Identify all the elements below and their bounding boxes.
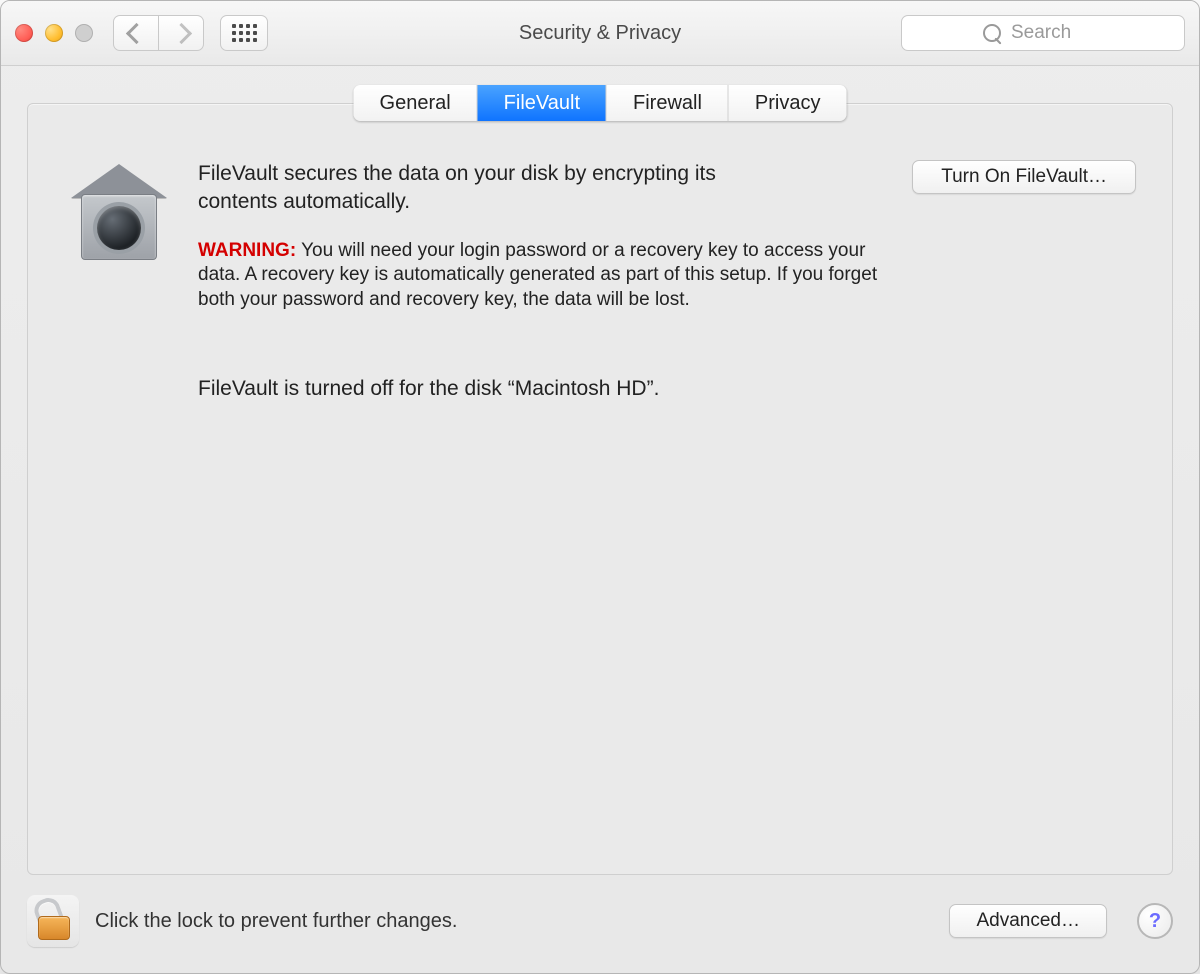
chevron-left-icon [125, 22, 146, 43]
warning-label: WARNING: [198, 240, 296, 261]
forward-button[interactable] [159, 15, 204, 51]
filevault-icon-holder [64, 160, 174, 260]
turn-on-filevault-button[interactable]: Turn On FileVault… [912, 160, 1136, 194]
close-window-button[interactable] [15, 24, 33, 42]
filevault-icon [71, 164, 167, 260]
search-icon [983, 24, 1001, 42]
filevault-text-column: FileVault secures the data on your disk … [198, 160, 888, 401]
advanced-button[interactable]: Advanced… [949, 904, 1107, 938]
warning-text: You will need your login password or a r… [198, 240, 877, 310]
body-area: General FileVault Firewall Privacy FileV… [1, 65, 1199, 973]
preferences-window: Security & Privacy General FileVault Fir… [0, 0, 1200, 974]
lock-button[interactable] [27, 895, 79, 947]
filevault-warning: WARNING: You will need your login passwo… [198, 239, 888, 313]
grid-icon [232, 24, 257, 42]
chevron-right-icon [170, 22, 191, 43]
lock-hint-text: Click the lock to prevent further change… [95, 910, 457, 933]
back-button[interactable] [113, 15, 159, 51]
tab-firewall[interactable]: Firewall [607, 85, 729, 121]
content-box: FileVault secures the data on your disk … [27, 103, 1173, 875]
show-all-button[interactable] [220, 15, 268, 51]
minimize-window-button[interactable] [45, 24, 63, 42]
search-input[interactable] [1009, 21, 1103, 45]
zoom-window-button[interactable] [75, 24, 93, 42]
tab-privacy[interactable]: Privacy [729, 85, 847, 121]
pane-tabs: General FileVault Firewall Privacy [354, 85, 847, 121]
help-button[interactable]: ? [1137, 903, 1173, 939]
unlocked-padlock-icon [38, 902, 68, 940]
titlebar: Security & Privacy [1, 1, 1199, 66]
filevault-status: FileVault is turned off for the disk “Ma… [198, 377, 888, 401]
filevault-row: FileVault secures the data on your disk … [64, 160, 1136, 401]
nav-back-forward [113, 15, 204, 51]
tab-general[interactable]: General [354, 85, 478, 121]
search-field[interactable] [901, 15, 1185, 51]
bottom-bar: Click the lock to prevent further change… [27, 889, 1173, 953]
traffic-lights [15, 24, 93, 42]
tab-filevault[interactable]: FileVault [478, 85, 607, 121]
filevault-description: FileVault secures the data on your disk … [198, 160, 738, 217]
